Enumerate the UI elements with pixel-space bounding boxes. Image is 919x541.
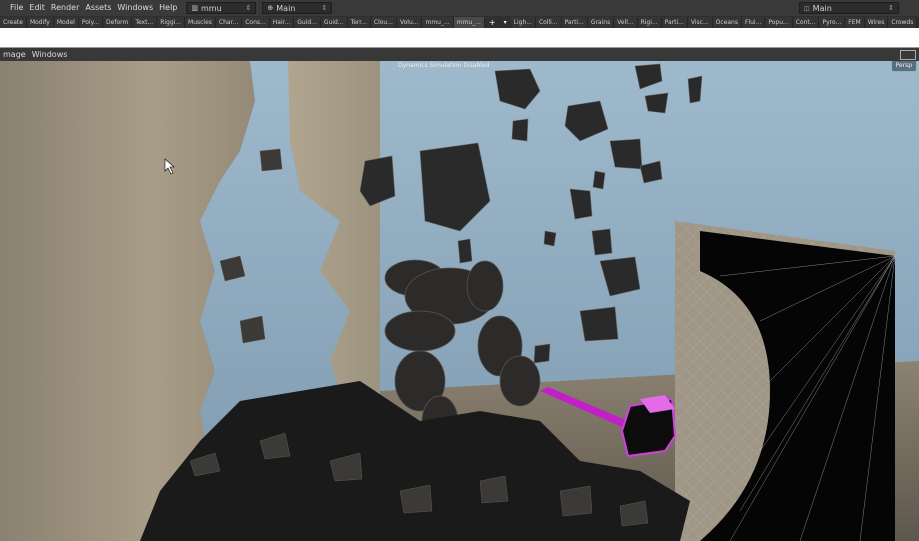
shelf-tab[interactable]: Deform [103,16,133,28]
shelf-tab[interactable]: Clou... [370,16,397,28]
menu-edit[interactable]: Edit [26,0,48,16]
desktop-dropdown[interactable]: ▥ mmu ⇕ [186,2,257,14]
shelf-tab[interactable]: Terr... [347,16,371,28]
dropdown-arrows-icon: ⇕ [321,4,328,12]
right-dropdown-value: Main [812,3,832,13]
menu-render[interactable]: Render [48,0,82,16]
menu-file[interactable]: File [0,0,26,16]
shelf-tab[interactable]: Oceans [712,16,742,28]
main-menubar: File Edit Render Assets Windows Help ▥ m… [0,0,919,16]
shelf-tab[interactable]: mmu_... [422,16,454,28]
desktop-dropdown-value: mmu [201,3,222,13]
camera-menu-button[interactable]: Persp [890,61,917,72]
shelf-tab[interactable]: Modify [26,16,54,28]
menu-windows[interactable]: Windows [114,0,156,16]
simulation-status-text: Dynamics Simulation Disabled [398,62,490,69]
shelf-tab[interactable]: Guid... [320,16,348,28]
right-context-dropdown[interactable]: ◫ Main ⇕ [799,2,899,14]
shelf-tab[interactable]: Volu... [396,16,423,28]
dropdown-arrows-icon: ⇕ [245,4,252,12]
add-shelf-icon[interactable]: + [485,18,500,27]
shelf-tab[interactable]: Wires [864,16,889,28]
scene-viewport[interactable]: Dynamics Simulation Disabled Persp [0,61,919,541]
menu-help[interactable]: Help [156,0,180,16]
shelf-tab[interactable]: Riggi... [157,16,186,28]
desktop-icon: ▥ [191,4,199,12]
shelf-tab[interactable]: Popu... [765,16,793,28]
shelf-tab[interactable]: Grains [587,16,615,28]
shelf-tab[interactable]: Model [53,16,79,28]
shelf-tab[interactable]: Ligh... [510,16,536,28]
scene-render [0,61,919,541]
pane-header: mage Windows [0,48,919,61]
shelf-tab[interactable]: Poly... [78,16,104,28]
target-icon: ⊕ [267,4,274,12]
shelf-tab[interactable]: Cons... [242,16,270,28]
pane-maximize-icon[interactable] [900,49,916,60]
shelf-tab[interactable]: Flui... [742,16,766,28]
shelf-tab[interactable]: Muscles [185,16,216,28]
shelf-tab[interactable]: Create [0,16,27,28]
shelf-tab[interactable]: Vell... [614,16,638,28]
shelf-tab[interactable]: Crowds [888,16,918,28]
dropdown-arrows-icon: ⇕ [888,4,894,12]
shelf-tab[interactable]: Hair... [269,16,295,28]
shelf-menu-icon[interactable]: ▾ [500,19,511,26]
shelf-tab[interactable]: Rigi... [637,16,662,28]
shelf-tab[interactable]: Parti... [561,16,588,28]
pane-tab-windows[interactable]: Windows [29,50,71,59]
shelf-tab[interactable]: FEM [845,16,865,28]
blank-toolbar-area [0,28,919,48]
menu-assets[interactable]: Assets [82,0,114,16]
context-dropdown[interactable]: ⊕ Main ⇕ [262,2,333,14]
shelf-tab[interactable]: Guid... [294,16,321,28]
context-dropdown-value: Main [276,3,296,13]
pane-tab-image[interactable]: mage [0,50,29,59]
shelf-tab[interactable]: Char... [215,16,243,28]
shelf-tab[interactable]: Colli... [535,16,562,28]
shelf-tab[interactable]: Cont... [792,16,820,28]
shelf-tab[interactable]: Text... [132,16,158,28]
shelf-tab[interactable]: Visc... [687,16,713,28]
vop-icon: ◫ [804,4,810,12]
shelf-tab[interactable]: mmu_... [453,16,485,28]
shelf-tab[interactable]: Parti... [661,16,688,28]
shelf-tab[interactable]: Pyro... [819,16,846,28]
